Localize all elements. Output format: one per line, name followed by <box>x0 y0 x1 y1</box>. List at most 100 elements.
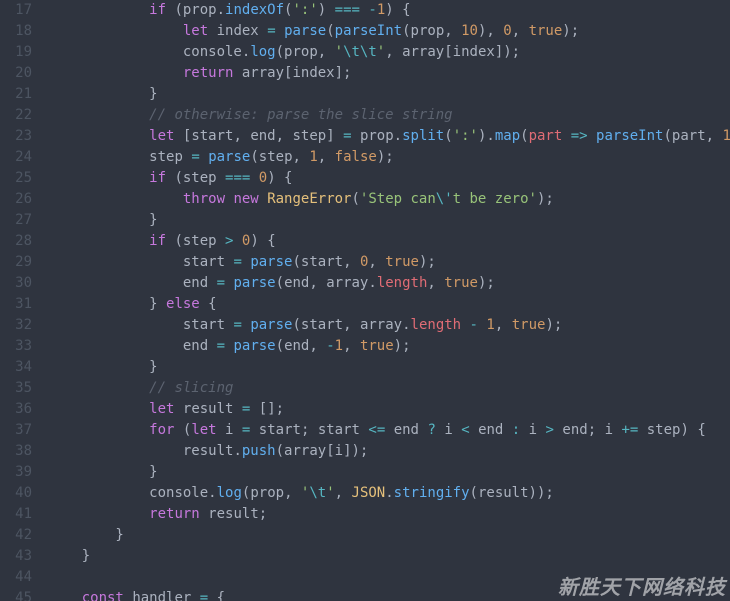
code-token: ), <box>478 23 503 39</box>
line-number: 19 <box>0 42 40 63</box>
code-token: ); <box>419 254 436 270</box>
code-line[interactable]: } <box>48 525 730 546</box>
code-token: += <box>621 422 638 438</box>
code-token: split <box>402 128 444 144</box>
line-number: 35 <box>0 378 40 399</box>
code-line[interactable]: if (step > 0) { <box>48 231 730 252</box>
code-token: = <box>200 590 208 601</box>
code-token <box>48 107 149 123</box>
code-token: end <box>562 422 587 438</box>
code-token: // otherwise: parse the slice string <box>149 107 452 123</box>
code-line[interactable]: let index = parse(parseInt(prop, 10), 0,… <box>48 21 730 42</box>
code-line[interactable]: return result; <box>48 504 730 525</box>
code-line[interactable]: for (let i = start; start <= end ? i < e… <box>48 420 730 441</box>
code-token: - <box>368 2 376 18</box>
code-token: ); <box>394 338 411 354</box>
code-token: ]); <box>343 443 368 459</box>
line-number: 32 <box>0 315 40 336</box>
code-token: } <box>48 86 158 102</box>
code-token: start <box>183 254 225 270</box>
code-token: i <box>335 443 343 459</box>
code-token: parse <box>208 149 250 165</box>
code-line[interactable]: step = parse(step, 1, false); <box>48 147 730 168</box>
code-token: ); <box>545 317 562 333</box>
code-line[interactable]: } <box>48 210 730 231</box>
code-token: [ <box>326 443 334 459</box>
code-line[interactable]: end = parse(end, -1, true); <box>48 336 730 357</box>
code-token: ( <box>166 233 183 249</box>
code-line[interactable]: } <box>48 84 730 105</box>
code-token: - <box>470 317 478 333</box>
code-token: JSON <box>352 485 386 501</box>
code-token: , <box>318 149 335 165</box>
code-token: \' <box>436 191 453 207</box>
code-line[interactable]: // otherwise: parse the slice string <box>48 105 730 126</box>
code-token: end <box>284 338 309 354</box>
code-token: start <box>191 128 233 144</box>
code-token: . <box>385 485 393 501</box>
code-line[interactable]: } else { <box>48 294 730 315</box>
code-token <box>461 317 469 333</box>
code-token: 10 <box>722 128 730 144</box>
code-line[interactable]: result.push(array[i]); <box>48 441 730 462</box>
code-token: step <box>183 233 217 249</box>
code-token: ; <box>259 506 267 522</box>
code-token: for <box>149 422 174 438</box>
code-line[interactable]: const handler = { <box>48 588 730 601</box>
code-token: console <box>183 44 242 60</box>
code-token: ( <box>292 317 300 333</box>
code-token: - <box>326 338 334 354</box>
code-token: 0 <box>503 23 511 39</box>
code-line[interactable]: throw new RangeError('Step can\'t be zer… <box>48 189 730 210</box>
code-line[interactable]: return array[index]; <box>48 63 730 84</box>
code-token <box>208 23 216 39</box>
code-token: end <box>250 128 275 144</box>
code-editor[interactable]: 1718192021222324252627282930313233343536… <box>0 0 730 601</box>
code-line[interactable]: console.log(prop, '\t', JSON.stringify(r… <box>48 483 730 504</box>
code-token: )); <box>529 485 554 501</box>
code-token: ( <box>470 485 478 501</box>
code-token: = <box>233 317 241 333</box>
code-token: end <box>394 422 419 438</box>
code-token <box>48 317 183 333</box>
code-token: parseInt <box>335 23 402 39</box>
code-token: = <box>233 254 241 270</box>
code-token: [ <box>444 44 452 60</box>
code-token: < <box>461 422 469 438</box>
code-line[interactable]: // slicing <box>48 378 730 399</box>
code-line[interactable]: start = parse(start, 0, true); <box>48 252 730 273</box>
code-token <box>250 422 258 438</box>
code-token: log <box>250 44 275 60</box>
code-token: array <box>402 44 444 60</box>
code-line[interactable]: start = parse(start, array.length - 1, t… <box>48 315 730 336</box>
code-line[interactable]: if (prop.indexOf(':') === -1) { <box>48 0 730 21</box>
line-number: 20 <box>0 63 40 84</box>
line-number-gutter: 1718192021222324252627282930313233343536… <box>0 0 40 601</box>
code-token <box>520 422 528 438</box>
code-token: ( <box>292 254 300 270</box>
code-line[interactable]: end = parse(end, array.length, true); <box>48 273 730 294</box>
code-line[interactable]: } <box>48 546 730 567</box>
code-token: 0 <box>259 170 267 186</box>
code-token: , <box>368 254 385 270</box>
code-token: i <box>444 422 452 438</box>
code-line[interactable] <box>48 567 730 588</box>
code-token: console <box>149 485 208 501</box>
line-number: 41 <box>0 504 40 525</box>
code-line[interactable]: if (step === 0) { <box>48 168 730 189</box>
code-token: > <box>546 422 554 438</box>
code-line[interactable]: } <box>48 462 730 483</box>
code-line[interactable]: } <box>48 357 730 378</box>
code-token: i <box>529 422 537 438</box>
code-token: 1 <box>335 338 343 354</box>
code-line[interactable]: let result = []; <box>48 399 730 420</box>
code-token: = <box>267 23 275 39</box>
code-token: handler <box>132 590 191 601</box>
code-token: . <box>402 317 410 333</box>
line-number: 34 <box>0 357 40 378</box>
code-line[interactable]: console.log(prop, '\t\t', array[index]); <box>48 42 730 63</box>
code-token: , <box>233 128 250 144</box>
code-token: prop <box>411 23 445 39</box>
code-line[interactable]: let [start, end, step] = prop.split(':')… <box>48 126 730 147</box>
code-area[interactable]: if (prop.indexOf(':') === -1) { let inde… <box>40 0 730 601</box>
